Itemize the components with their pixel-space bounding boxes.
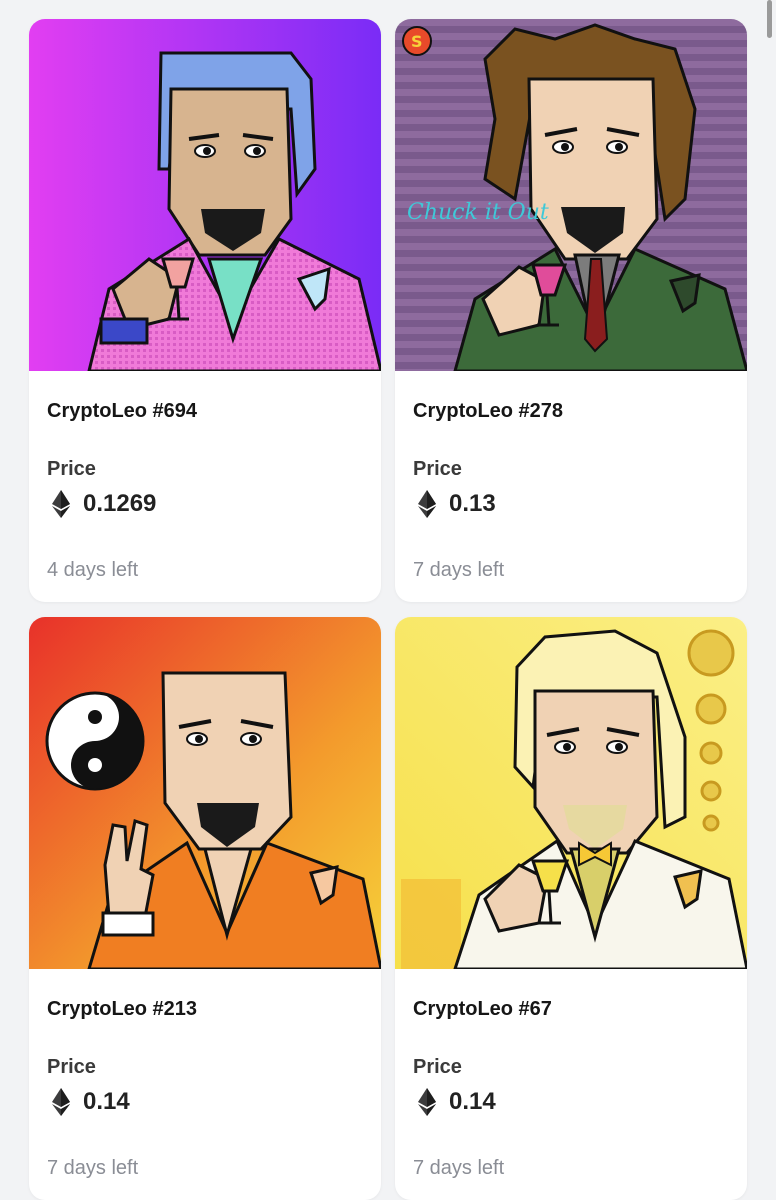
nft-artwork-image xyxy=(29,19,381,371)
time-left: 7 days left xyxy=(413,559,505,581)
price-value: 0.13 xyxy=(449,490,496,517)
nft-title[interactable]: CryptoLeo #278 xyxy=(413,399,729,423)
time-left: 7 days left xyxy=(47,1157,139,1179)
nft-card[interactable]: CryptoLeo #694 Price 0.1269 4 days left xyxy=(29,19,381,602)
scrollbar[interactable] xyxy=(767,0,772,38)
nft-title[interactable]: CryptoLeo #67 xyxy=(413,997,729,1021)
time-left: 4 days left xyxy=(47,559,139,581)
nft-title[interactable]: CryptoLeo #694 xyxy=(47,399,363,423)
price-label: Price xyxy=(47,1056,96,1078)
nft-title[interactable]: CryptoLeo #213 xyxy=(47,997,363,1021)
price-label: Price xyxy=(413,458,462,480)
nft-artwork-image xyxy=(395,617,747,969)
price-row: 0.1269 xyxy=(47,490,363,518)
price-row: 0.14 xyxy=(47,1088,363,1116)
time-left: 7 days left xyxy=(413,1157,505,1179)
price-row: 0.14 xyxy=(413,1088,729,1116)
price-value: 0.14 xyxy=(449,1088,496,1115)
ethereum-icon xyxy=(418,1088,436,1116)
ethereum-icon xyxy=(52,490,70,518)
nft-listing-grid: CryptoLeo #694 Price 0.1269 4 days left xyxy=(29,19,747,1200)
ethereum-icon xyxy=(52,1088,70,1116)
nft-card[interactable]: CryptoLeo #67 Price 0.14 7 days left xyxy=(395,617,747,1200)
svg-text:Chuck it Out: Chuck it Out xyxy=(407,200,549,225)
ethereum-icon xyxy=(418,490,436,518)
nft-card[interactable]: CryptoLeo #213 Price 0.14 7 days left xyxy=(29,617,381,1200)
nft-card[interactable]: S Chuck it Out CryptoLeo #278 Price 0.13… xyxy=(395,19,747,602)
price-value: 0.1269 xyxy=(83,490,157,517)
svg-text:S: S xyxy=(411,32,423,51)
nft-artwork-image xyxy=(29,617,381,969)
price-row: 0.13 xyxy=(413,490,729,518)
price-value: 0.14 xyxy=(83,1088,130,1115)
price-label: Price xyxy=(47,458,96,480)
nft-artwork-image: S Chuck it Out xyxy=(395,19,747,371)
price-label: Price xyxy=(413,1056,462,1078)
